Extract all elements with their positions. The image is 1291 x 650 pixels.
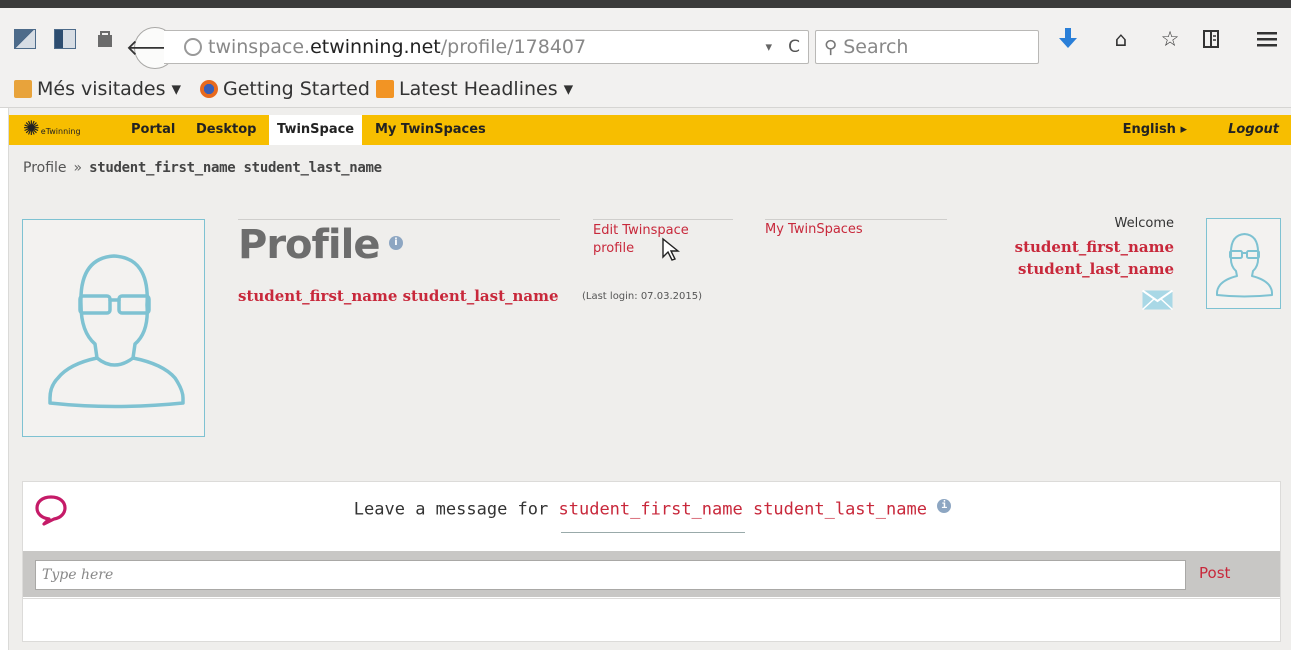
nav-portal[interactable]: Portal: [131, 115, 175, 145]
bookmark-label: Latest Headlines ▾: [399, 78, 574, 100]
welcome-first-name: student_first_name: [1014, 238, 1174, 256]
url-bar[interactable]: twinspace. etwinning.net/profile/178407 ▾…: [164, 30, 809, 64]
divider: [23, 598, 1280, 599]
logo-label: eTwinning: [40, 127, 81, 136]
home-icon[interactable]: ⌂: [1109, 26, 1133, 52]
search-placeholder: Search: [843, 36, 909, 58]
browser-toolbar: 🡐 twinspace. etwinning.net/profile/178407…: [0, 8, 1291, 72]
firefox-icon: [200, 80, 218, 98]
bookmark-label: Més visitades ▾: [37, 78, 182, 100]
user-avatar-icon: [48, 254, 185, 409]
url-host: twinspace.: [208, 36, 311, 58]
url-domain: etwinning.net: [310, 36, 441, 58]
edit-twinspace-profile-link[interactable]: Edit Twinspace profile: [593, 222, 713, 258]
window-top-strip: [0, 0, 1291, 8]
bookmark-most-visited[interactable]: Més visitades ▾: [14, 78, 181, 100]
breadcrumb-separator: »: [73, 160, 83, 176]
last-login: (Last login: 07.03.2015): [582, 291, 702, 302]
etwinning-logo[interactable]: ✺ eTwinning: [23, 118, 81, 138]
url-dropdown-icon[interactable]: ▾: [765, 40, 772, 55]
url-path: /profile/178407: [440, 36, 587, 58]
breadcrumb: Profile » student_first_name student_last_…: [23, 160, 382, 176]
post-button[interactable]: Post: [1199, 564, 1230, 582]
my-twinspaces-link[interactable]: My TwinSpaces: [765, 222, 863, 237]
welcome-last-name: student_last_name: [1018, 260, 1174, 278]
globe-icon: [184, 38, 202, 56]
divider: [561, 532, 745, 533]
search-bar[interactable]: ⚲ Search: [815, 30, 1039, 64]
message-recipient[interactable]: student_first_name student_last_name: [559, 500, 927, 520]
reading-list-icon[interactable]: [1199, 26, 1223, 52]
nav-desktop[interactable]: Desktop: [196, 115, 256, 145]
welcome-label: Welcome: [1114, 216, 1174, 231]
post-row: Post: [23, 551, 1280, 597]
page-title: Profile: [238, 222, 380, 268]
rss-icon: [376, 80, 394, 98]
logout-link[interactable]: Logout: [1228, 115, 1279, 145]
mouse-cursor-icon: [661, 237, 681, 267]
nav-my-twinspaces[interactable]: My TwinSpaces: [375, 115, 486, 145]
message-input[interactable]: [35, 560, 1186, 590]
message-box: Leave a message for student_first_name s…: [22, 481, 1281, 642]
bookmark-getting-started[interactable]: Getting Started: [200, 78, 370, 100]
bookmark-label: Getting Started: [223, 78, 370, 100]
info-icon[interactable]: i: [937, 499, 952, 513]
language-selector[interactable]: English ▸: [1123, 115, 1187, 145]
bookmark-latest-headlines[interactable]: Latest Headlines ▾: [376, 78, 573, 100]
download-icon[interactable]: [1056, 26, 1080, 52]
pocket-icon[interactable]: [93, 27, 117, 51]
profile-name: student_first_name student_last_name: [238, 287, 559, 305]
bookmark-star-icon[interactable]: ☆: [1158, 26, 1182, 52]
divider: [765, 219, 947, 220]
profile-avatar: [22, 219, 205, 437]
welcome-user[interactable]: student_first_name student_last_name: [954, 236, 1174, 280]
breadcrumb-root[interactable]: Profile: [23, 160, 67, 176]
window-tile-icon[interactable]: [14, 29, 36, 49]
etwinning-logo-icon: ✺: [23, 116, 40, 140]
page-left-edge: [0, 108, 9, 650]
folder-icon: [14, 80, 32, 98]
message-heading-prefix: Leave a message for: [353, 499, 549, 520]
divider: [238, 219, 560, 220]
site-nav: ✺ eTwinning Portal Desktop TwinSpace My …: [9, 115, 1291, 145]
info-icon[interactable]: i: [389, 236, 403, 250]
nav-twinspace[interactable]: TwinSpace: [269, 115, 363, 145]
sidebar-icon[interactable]: [54, 29, 76, 49]
divider: [593, 219, 733, 220]
current-user-avatar[interactable]: [1206, 218, 1281, 309]
menu-icon[interactable]: [1255, 26, 1279, 52]
reload-icon[interactable]: C: [788, 37, 800, 57]
bookmarks-toolbar: [0, 72, 1291, 108]
mail-icon[interactable]: [1141, 289, 1174, 311]
user-avatar-icon: [1216, 233, 1273, 298]
search-icon: ⚲: [824, 36, 838, 58]
message-heading: Leave a message for student_first_name s…: [23, 499, 1282, 520]
breadcrumb-current: student_first_name student_last_name: [89, 160, 382, 176]
